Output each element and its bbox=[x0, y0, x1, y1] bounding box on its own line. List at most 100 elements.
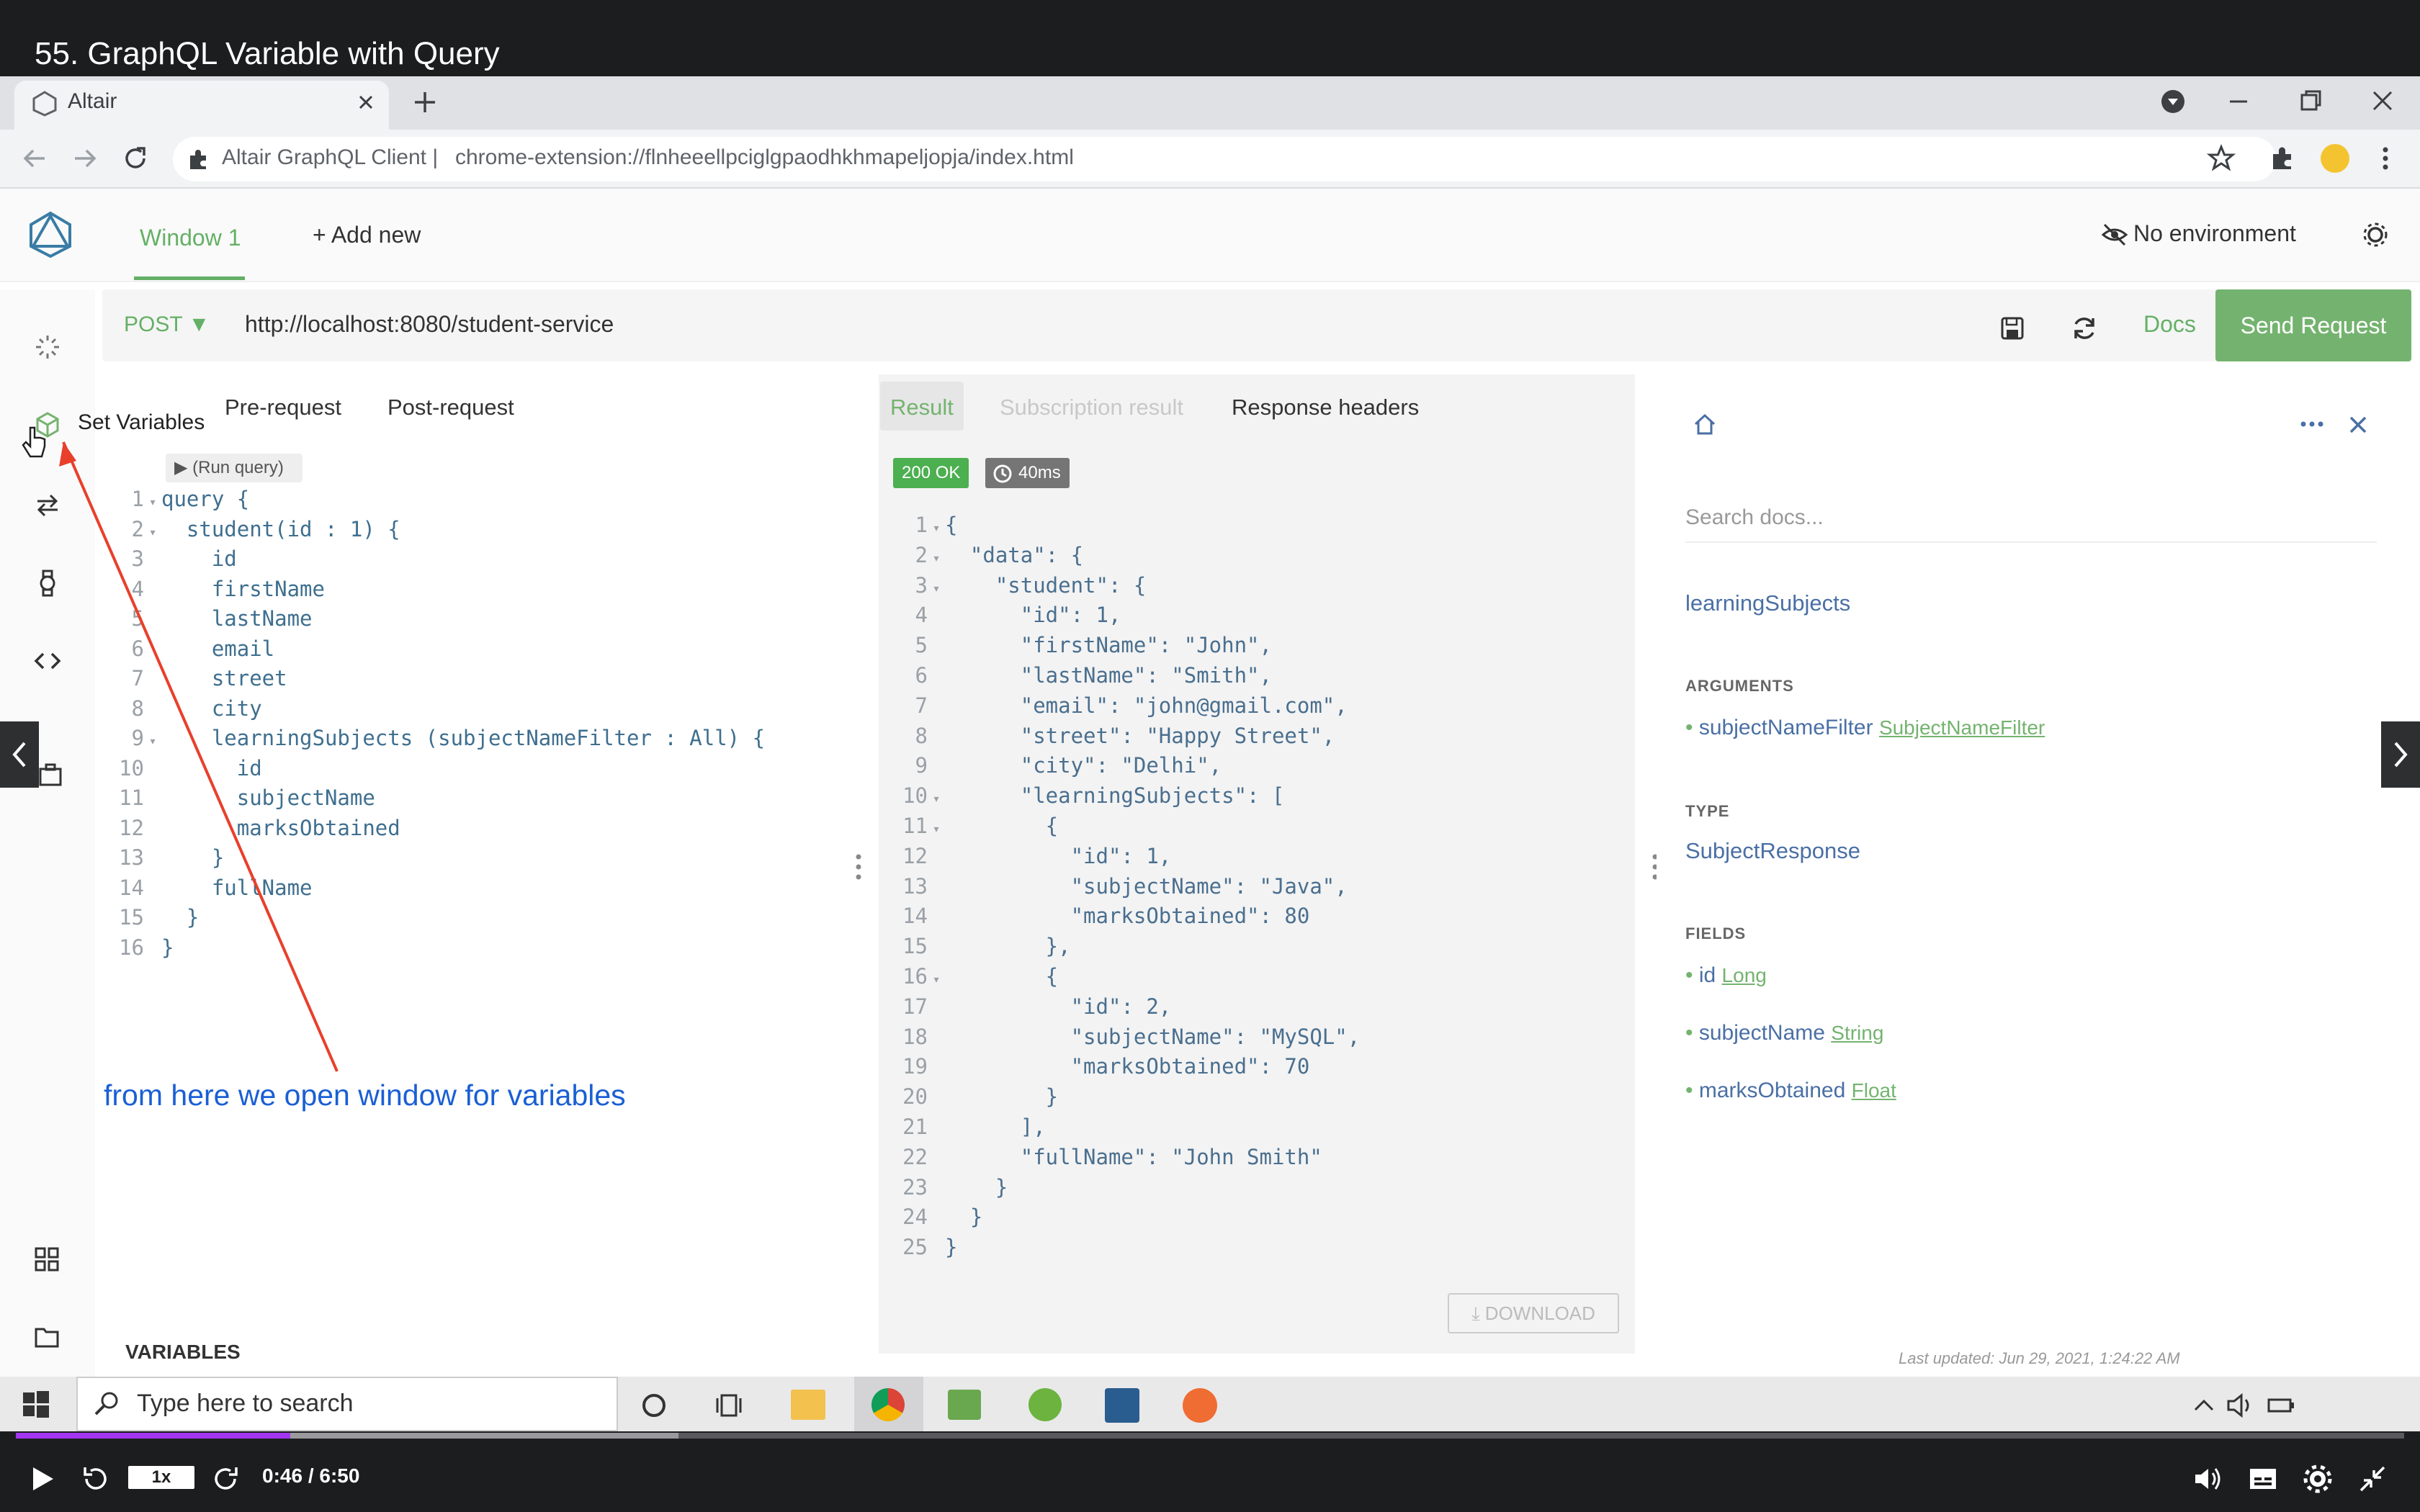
folder-icon[interactable] bbox=[33, 1323, 60, 1351]
fold-toggle-icon[interactable]: ▾ bbox=[928, 784, 945, 814]
video-settings-gear-icon[interactable] bbox=[2302, 1463, 2334, 1495]
video-timecode: 0:46 / 6:50 bbox=[262, 1464, 360, 1487]
ide-taskbar-icon[interactable] bbox=[1105, 1388, 1139, 1423]
line-number: 9 bbox=[915, 753, 928, 778]
exit-fullscreen-icon[interactable] bbox=[2358, 1464, 2387, 1493]
result-line: 14 "marksObtained": 80 bbox=[884, 901, 1309, 931]
speaker-tray-icon[interactable] bbox=[2226, 1392, 2254, 1418]
extensions-icon[interactable] bbox=[2269, 144, 2298, 173]
search-docs-input[interactable]: Search docs... bbox=[1685, 505, 2377, 543]
docs-type-link[interactable]: SubjectResponse bbox=[1685, 838, 1860, 864]
captions-icon[interactable] bbox=[2247, 1464, 2279, 1493]
docs-more-icon[interactable] bbox=[2298, 413, 2326, 435]
chrome-icon[interactable] bbox=[871, 1388, 905, 1421]
result-line: 9 "city": "Delhi", bbox=[884, 750, 1222, 780]
tab-result[interactable]: Result bbox=[890, 395, 954, 420]
annotation-arrow bbox=[59, 441, 339, 1072]
field-type-link[interactable]: String bbox=[1831, 1022, 1883, 1044]
extension-puzzle-icon bbox=[190, 150, 206, 169]
field-type-link[interactable]: Long bbox=[1722, 964, 1767, 986]
download-button[interactable]: ⤓ DOWNLOAD bbox=[1448, 1293, 1619, 1333]
code-text: "data": { bbox=[945, 542, 1084, 567]
code-text: } bbox=[945, 1205, 983, 1230]
profile-avatar[interactable] bbox=[2321, 144, 2349, 173]
profile-menu-icon[interactable] bbox=[2159, 88, 2187, 115]
windows-start-icon[interactable] bbox=[22, 1390, 50, 1418]
tab-pre-request[interactable]: Pre-request bbox=[225, 395, 341, 420]
omnibox-url[interactable]: chrome-extension://flnheeellpciglgpaodhk… bbox=[455, 145, 1074, 170]
tab-window-1[interactable]: Window 1 bbox=[140, 225, 241, 251]
code-text: "id": 1, bbox=[945, 843, 1172, 868]
tray-chevron-up-icon[interactable] bbox=[2192, 1394, 2215, 1417]
result-line: 7 "email": "john@gmail.com", bbox=[884, 690, 1348, 721]
fold-toggle-icon[interactable]: ▾ bbox=[928, 814, 945, 845]
field-type-link[interactable]: Float bbox=[1852, 1079, 1896, 1102]
reload-icon[interactable] bbox=[121, 144, 150, 173]
tab-response-headers[interactable]: Response headers bbox=[1232, 395, 1419, 420]
prev-lecture-button[interactable] bbox=[0, 721, 39, 788]
plugins-grid-icon[interactable] bbox=[33, 1246, 60, 1273]
refresh-schema-icon[interactable] bbox=[2070, 314, 2099, 343]
forward-skip-icon[interactable] bbox=[210, 1463, 242, 1495]
result-line: 4 "id": 1, bbox=[884, 600, 1121, 630]
add-new-window-button[interactable]: + Add new bbox=[313, 222, 421, 248]
settings-gear-icon[interactable] bbox=[2361, 220, 2390, 249]
fold-toggle-icon[interactable]: ▾ bbox=[928, 513, 945, 544]
browser-menu-icon[interactable] bbox=[2377, 144, 2394, 173]
docs-toggle-button[interactable]: Docs bbox=[2143, 311, 2196, 338]
line-number: 17 bbox=[902, 994, 928, 1019]
http-method-select[interactable]: POST ▼ bbox=[124, 312, 210, 337]
app-taskbar-icon[interactable] bbox=[948, 1390, 981, 1420]
argument-type-link[interactable]: SubjectNameFilter bbox=[1879, 716, 2045, 739]
line-number: 21 bbox=[902, 1115, 928, 1139]
last-updated-text: Last updated: Jun 29, 2021, 1:24:22 AM bbox=[1899, 1349, 2180, 1367]
docs-field-item[interactable]: • subjectName String bbox=[1685, 1021, 1883, 1045]
set-variables-tooltip: Set Variables bbox=[78, 410, 205, 434]
play-icon[interactable] bbox=[27, 1464, 56, 1493]
fold-toggle-icon[interactable]: ▾ bbox=[928, 544, 945, 574]
rewind-icon[interactable] bbox=[79, 1463, 111, 1495]
tab-post-request[interactable]: Post-request bbox=[387, 395, 514, 420]
docs-home-icon[interactable] bbox=[1693, 412, 1717, 436]
docs-field-item[interactable]: • marksObtained Float bbox=[1685, 1079, 1896, 1103]
task-view-icon[interactable] bbox=[714, 1391, 743, 1420]
send-request-button[interactable]: Send Request bbox=[2215, 289, 2411, 361]
new-tab-icon[interactable] bbox=[412, 89, 438, 115]
result-viewer[interactable]: 1 ▾{2 ▾ "data": {3 ▾ "student": {4 "id": 1,… bbox=[884, 510, 1626, 1273]
left-splitter-handle[interactable] bbox=[851, 850, 866, 884]
volume-icon[interactable] bbox=[2192, 1464, 2224, 1493]
fold-toggle-icon[interactable]: ▾ bbox=[928, 574, 945, 604]
playback-speed-button[interactable]: 1x bbox=[128, 1466, 194, 1489]
variables-pane-label[interactable]: VARIABLES bbox=[125, 1341, 241, 1364]
next-lecture-button[interactable] bbox=[2381, 721, 2420, 788]
forward-icon[interactable] bbox=[71, 144, 99, 173]
docs-close-icon[interactable] bbox=[2347, 413, 2370, 436]
code-text: "marksObtained": 70 bbox=[945, 1054, 1310, 1079]
docs-argument[interactable]: • subjectNameFilter SubjectNameFilter bbox=[1685, 716, 2045, 740]
result-line: 17 "id": 2, bbox=[884, 991, 1171, 1022]
postman-icon[interactable] bbox=[1183, 1388, 1217, 1423]
tab-subscription-result[interactable]: Subscription result bbox=[1000, 395, 1183, 420]
cortana-icon[interactable] bbox=[640, 1391, 668, 1420]
clock-icon bbox=[993, 464, 1012, 483]
video-progress-fill bbox=[16, 1433, 291, 1439]
line-number: 1 bbox=[915, 513, 928, 537]
restore-icon[interactable] bbox=[2298, 88, 2323, 114]
save-icon[interactable] bbox=[1999, 315, 2025, 341]
environment-selector[interactable]: No environment bbox=[2133, 220, 2296, 247]
back-icon[interactable] bbox=[20, 144, 49, 173]
altair-tab-icon bbox=[32, 91, 57, 117]
bookmark-star-icon[interactable] bbox=[2207, 144, 2236, 173]
endpoint-url-input[interactable]: http://localhost:8080/student-service bbox=[245, 311, 614, 338]
result-line: 20 } bbox=[884, 1081, 1058, 1112]
window-close-icon[interactable] bbox=[2370, 88, 2396, 114]
minimize-icon[interactable] bbox=[2226, 91, 2251, 112]
battery-tray-icon[interactable] bbox=[2267, 1395, 2296, 1416]
tab-close-icon[interactable] bbox=[356, 92, 376, 112]
file-explorer-icon[interactable] bbox=[791, 1390, 825, 1420]
code-text: "subjectName": "MySQL", bbox=[945, 1024, 1361, 1049]
docs-field-item[interactable]: • id Long bbox=[1685, 963, 1767, 988]
spring-tool-icon[interactable] bbox=[1028, 1388, 1062, 1421]
line-number: 10 bbox=[902, 783, 928, 809]
fold-toggle-icon[interactable]: ▾ bbox=[928, 965, 945, 995]
